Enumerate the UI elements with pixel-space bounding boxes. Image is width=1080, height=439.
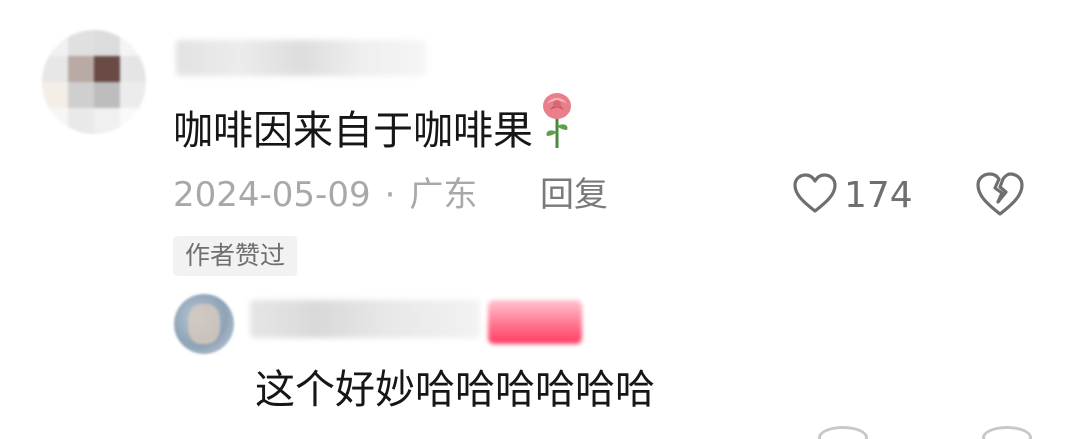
- like-button[interactable]: 174: [792, 168, 913, 222]
- author-badge: [488, 300, 582, 344]
- reply-username-blurred[interactable]: [250, 300, 480, 338]
- broken-heart-icon: [974, 172, 1026, 222]
- rose-icon: [539, 92, 575, 167]
- reply-button[interactable]: 回复: [540, 170, 608, 220]
- broken-heart-icon-partial[interactable]: [982, 426, 1032, 439]
- heart-icon-partial[interactable]: [818, 426, 868, 439]
- dislike-button[interactable]: [974, 170, 1026, 222]
- comment-location: 广东: [409, 175, 478, 215]
- comment-thread: 咖啡因来自于咖啡果 2024-05-09 · 广东 回复 174 作者赞过 这个…: [0, 0, 1080, 439]
- author-liked-badge: 作者赞过: [173, 236, 298, 276]
- comment-meta: 2024-05-09 · 广东: [173, 170, 477, 220]
- username-blurred[interactable]: [176, 40, 426, 76]
- reply-avatar[interactable]: [174, 294, 234, 354]
- comment-body: 咖啡因来自于咖啡果: [173, 108, 533, 154]
- reply-text: 这个好妙哈哈哈哈哈哈: [255, 367, 655, 413]
- heart-icon: [792, 172, 838, 218]
- like-count: 174: [844, 174, 913, 216]
- comment-text: 咖啡因来自于咖啡果: [173, 92, 575, 167]
- avatar[interactable]: [42, 30, 146, 134]
- comment-date: 2024-05-09: [173, 175, 371, 215]
- meta-separator: ·: [384, 175, 396, 215]
